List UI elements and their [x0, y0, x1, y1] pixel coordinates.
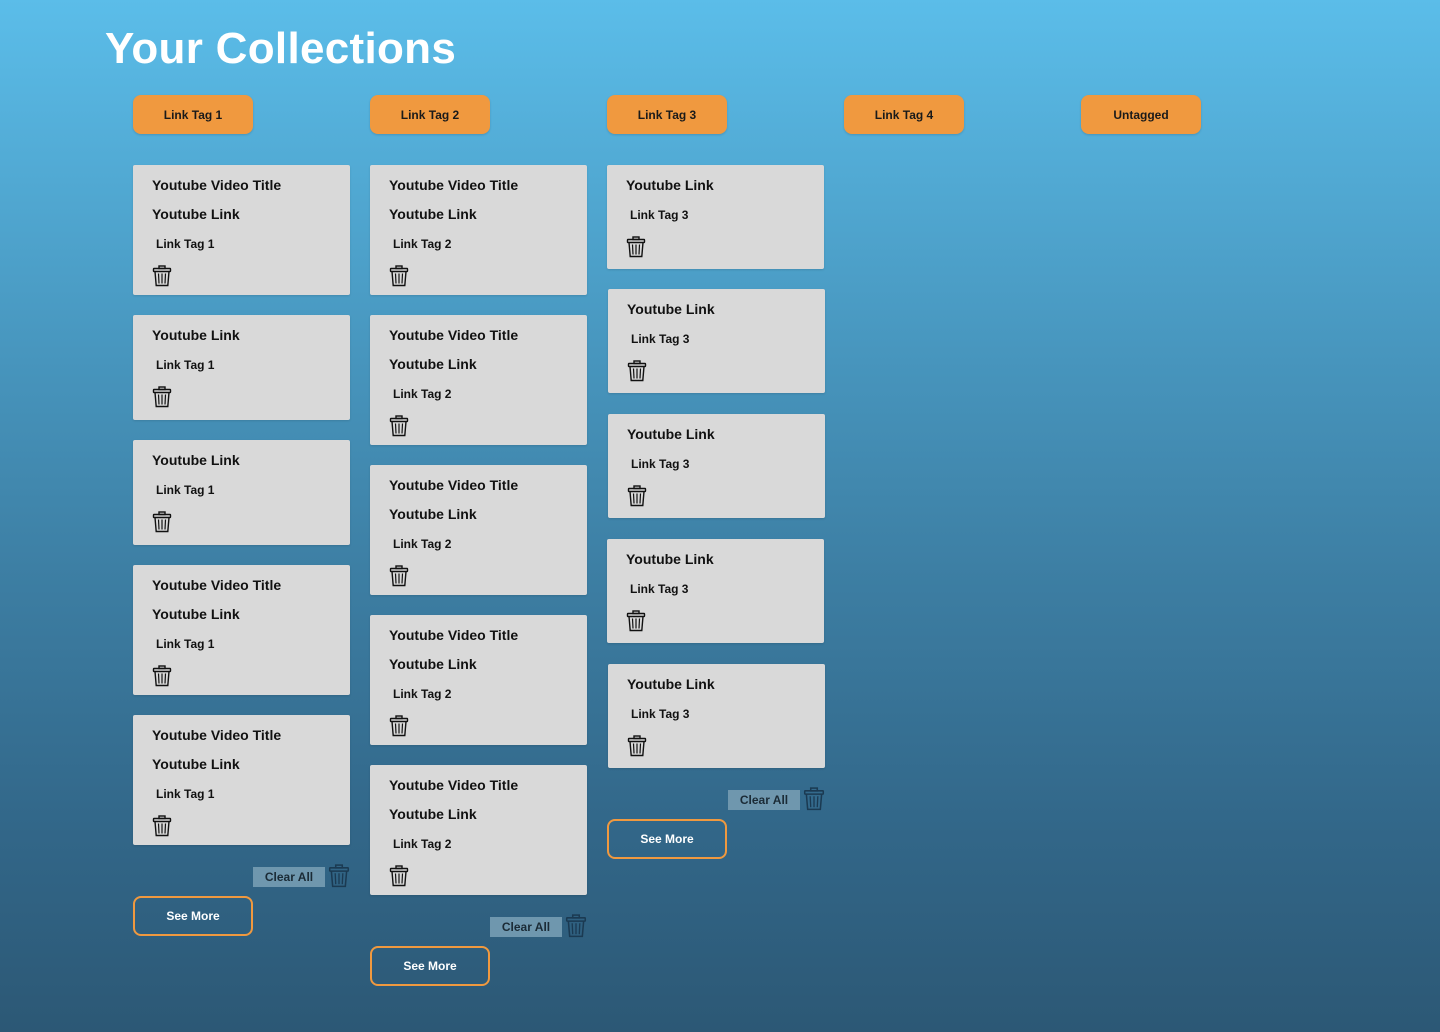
- youtube-link[interactable]: Youtube Link: [152, 206, 240, 222]
- card-tag-label: Link Tag 2: [393, 387, 452, 401]
- collection-column-link-tag-1: Youtube Video Title Youtube Link Link Ta…: [133, 0, 350, 1032]
- youtube-link[interactable]: Youtube Link: [152, 756, 240, 772]
- youtube-link[interactable]: Youtube Link: [389, 806, 477, 822]
- trash-icon[interactable]: [565, 914, 587, 938]
- video-title: Youtube Video Title: [152, 577, 282, 593]
- card-tag-label: Link Tag 1: [156, 358, 215, 372]
- youtube-link[interactable]: Youtube Link: [152, 327, 240, 343]
- trash-icon[interactable]: [152, 386, 172, 408]
- trash-icon[interactable]: [627, 735, 647, 757]
- link-card[interactable]: Youtube Video Title Youtube Link Link Ta…: [370, 465, 587, 595]
- card-tag-label: Link Tag 2: [393, 687, 452, 701]
- link-card[interactable]: Youtube Video Title Youtube Link Link Ta…: [370, 765, 587, 895]
- clear-all-button[interactable]: Clear All: [728, 790, 800, 810]
- link-card[interactable]: Youtube Video Title Youtube Link Link Ta…: [133, 565, 350, 695]
- clear-all-button[interactable]: Clear All: [253, 867, 325, 887]
- card-tag-label: Link Tag 1: [156, 237, 215, 251]
- youtube-link[interactable]: Youtube Link: [152, 606, 240, 622]
- video-title: Youtube Video Title: [389, 777, 519, 793]
- video-title: Youtube Video Title: [389, 177, 519, 193]
- youtube-link[interactable]: Youtube Link: [626, 177, 714, 193]
- see-more-button[interactable]: See More: [133, 896, 253, 936]
- trash-icon[interactable]: [152, 511, 172, 533]
- card-tag-label: Link Tag 1: [156, 787, 215, 801]
- card-tag-label: Link Tag 3: [631, 457, 690, 471]
- video-title: Youtube Video Title: [389, 477, 519, 493]
- trash-icon[interactable]: [389, 715, 409, 737]
- card-tag-label: Link Tag 1: [156, 483, 215, 497]
- card-tag-label: Link Tag 2: [393, 837, 452, 851]
- youtube-link[interactable]: Youtube Link: [389, 356, 477, 372]
- card-tag-label: Link Tag 1: [156, 637, 215, 651]
- link-card[interactable]: Youtube Link Link Tag 3: [608, 414, 825, 518]
- link-card[interactable]: Youtube Video Title Youtube Link Link Ta…: [370, 315, 587, 445]
- youtube-link[interactable]: Youtube Link: [389, 206, 477, 222]
- link-card[interactable]: Youtube Video Title Youtube Link Link Ta…: [133, 165, 350, 295]
- link-card[interactable]: Youtube Link Link Tag 3: [608, 289, 825, 393]
- trash-icon[interactable]: [389, 265, 409, 287]
- trash-icon[interactable]: [626, 236, 646, 258]
- youtube-link[interactable]: Youtube Link: [627, 426, 715, 442]
- trash-icon[interactable]: [389, 865, 409, 887]
- youtube-link[interactable]: Youtube Link: [152, 452, 240, 468]
- collection-column-link-tag-2: Youtube Video Title Youtube Link Link Ta…: [370, 0, 587, 1032]
- link-card[interactable]: Youtube Video Title Youtube Link Link Ta…: [370, 615, 587, 745]
- card-tag-label: Link Tag 2: [393, 537, 452, 551]
- link-card[interactable]: Youtube Link Link Tag 1: [133, 440, 350, 545]
- clear-all-button[interactable]: Clear All: [490, 917, 562, 937]
- tag-button-untagged[interactable]: Untagged: [1081, 95, 1201, 134]
- link-card[interactable]: Youtube Video Title Youtube Link Link Ta…: [133, 715, 350, 845]
- trash-icon[interactable]: [626, 610, 646, 632]
- video-title: Youtube Video Title: [152, 177, 282, 193]
- link-card[interactable]: Youtube Video Title Youtube Link Link Ta…: [370, 165, 587, 295]
- trash-icon[interactable]: [328, 864, 350, 888]
- trash-icon[interactable]: [152, 265, 172, 287]
- tag-button-link-tag-4[interactable]: Link Tag 4: [844, 95, 964, 134]
- youtube-link[interactable]: Youtube Link: [627, 676, 715, 692]
- video-title: Youtube Video Title: [152, 727, 282, 743]
- card-tag-label: Link Tag 3: [630, 582, 689, 596]
- trash-icon[interactable]: [803, 787, 825, 811]
- youtube-link[interactable]: Youtube Link: [389, 506, 477, 522]
- video-title: Youtube Video Title: [389, 627, 519, 643]
- card-tag-label: Link Tag 3: [631, 332, 690, 346]
- trash-icon[interactable]: [627, 485, 647, 507]
- link-card[interactable]: Youtube Link Link Tag 3: [608, 664, 825, 768]
- see-more-button[interactable]: See More: [607, 819, 727, 859]
- link-card[interactable]: Youtube Link Link Tag 3: [607, 165, 824, 269]
- see-more-button[interactable]: See More: [370, 946, 490, 986]
- link-card[interactable]: Youtube Link Link Tag 3: [607, 539, 824, 643]
- card-tag-label: Link Tag 3: [630, 208, 689, 222]
- card-tag-label: Link Tag 3: [631, 707, 690, 721]
- trash-icon[interactable]: [152, 815, 172, 837]
- trash-icon[interactable]: [389, 565, 409, 587]
- youtube-link[interactable]: Youtube Link: [389, 656, 477, 672]
- link-card[interactable]: Youtube Link Link Tag 1: [133, 315, 350, 420]
- youtube-link[interactable]: Youtube Link: [626, 551, 714, 567]
- card-tag-label: Link Tag 2: [393, 237, 452, 251]
- collection-column-link-tag-3: Youtube Link Link Tag 3 Youtube Link Lin…: [607, 0, 825, 1032]
- trash-icon[interactable]: [627, 360, 647, 382]
- trash-icon[interactable]: [152, 665, 172, 687]
- youtube-link[interactable]: Youtube Link: [627, 301, 715, 317]
- video-title: Youtube Video Title: [389, 327, 519, 343]
- trash-icon[interactable]: [389, 415, 409, 437]
